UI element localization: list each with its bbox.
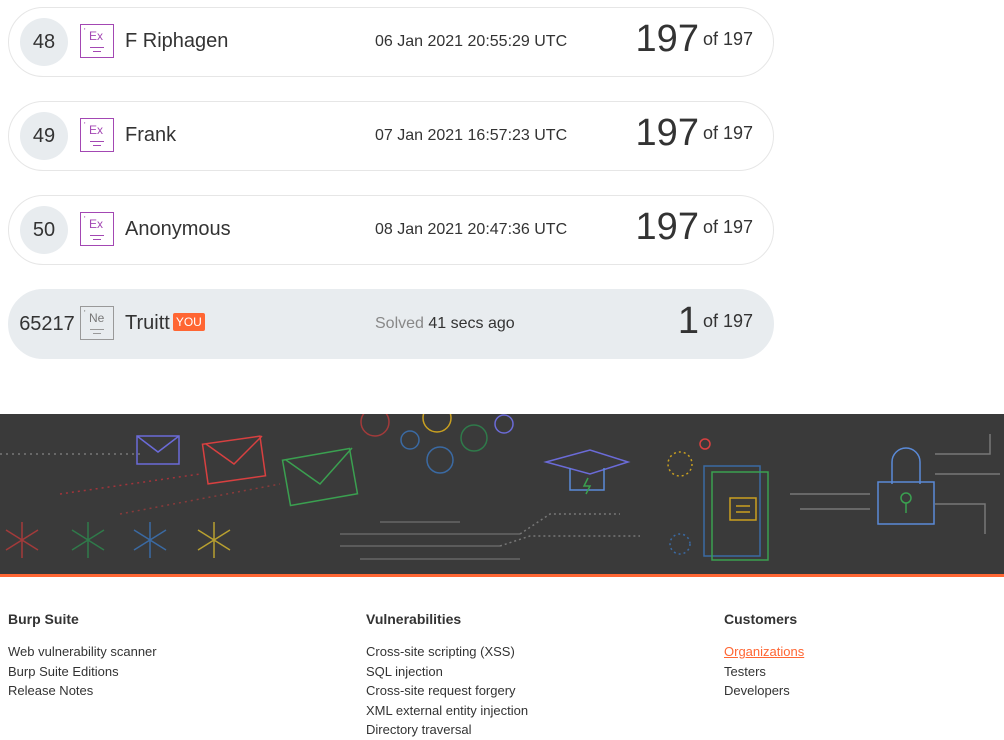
footer-link[interactable]: SQL injection <box>366 662 528 682</box>
footer-heading: Burp Suite <box>8 611 79 627</box>
banner-accent-stripe <box>0 574 1004 577</box>
footer-link[interactable]: Release Notes <box>8 681 157 701</box>
solved-time: 08 Jan 2021 20:47:36 UTC <box>375 221 568 238</box>
banner-illustration <box>0 414 1000 561</box>
footer-heading: Vulnerabilities <box>366 611 462 627</box>
envelope-icon <box>281 447 359 507</box>
rank-number: 50 <box>20 206 68 254</box>
neophyte-level-icon: ' Ne <box>80 306 114 340</box>
footer-column-customers: Customers Organizations Testers Develope… <box>724 611 804 701</box>
book-icon <box>703 465 769 561</box>
footer-link[interactable]: Developers <box>724 681 804 701</box>
footer-link[interactable]: Cross-site scripting (XSS) <box>366 642 528 662</box>
expert-level-icon: ' Ex <box>80 24 114 58</box>
solved-time: 06 Jan 2021 20:55:29 UTC <box>375 33 568 50</box>
solved-time: 07 Jan 2021 16:57:23 UTC <box>375 127 568 144</box>
footer-link[interactable]: Directory traversal <box>366 720 528 740</box>
user-name: Frank <box>125 124 177 146</box>
leaderboard-row: 49 ' Ex Frank 07 Jan 2021 16:57:23 UTC 19… <box>8 101 774 171</box>
footer-link[interactable]: XML external entity injection <box>366 701 528 721</box>
footer-column-burp-suite: Burp Suite Web vulnerability scanner Bur… <box>8 611 157 701</box>
rank-number: 48 <box>20 18 68 66</box>
envelope-icon <box>201 435 267 485</box>
envelope-icon <box>136 435 180 465</box>
graduation-cap-icon <box>543 449 631 495</box>
score: 197 of 197 <box>635 206 753 248</box>
user-name: Anonymous <box>125 218 231 240</box>
leaderboard-row: 48 ' Ex F Riphagen 06 Jan 2021 20:55:29 U… <box>8 7 774 77</box>
solved-time: Solved 41 secs ago <box>375 315 515 332</box>
padlock-icon <box>877 447 935 525</box>
footer-link[interactable]: Burp Suite Editions <box>8 662 157 682</box>
user-name: F Riphagen <box>125 30 229 52</box>
footer-heading: Customers <box>724 611 798 627</box>
score: 197 of 197 <box>635 18 753 60</box>
current-user-row: 65217 ' Ne Truitt YOU Solved 41 secs ago 1… <box>8 289 774 359</box>
leaderboard-row: 50 ' Ex Anonymous 08 Jan 2021 20:47:36 UT… <box>8 195 774 265</box>
footer-link[interactable]: Cross-site request forgery <box>366 681 528 701</box>
footer-link-organizations[interactable]: Organizations <box>724 642 804 662</box>
rank-number: 49 <box>20 112 68 160</box>
footer-column-vulnerabilities: Vulnerabilities Cross-site scripting (XS… <box>366 611 528 740</box>
score: 1 of 197 <box>677 300 753 342</box>
rank-number: 65217 <box>19 312 75 335</box>
footer-banner <box>0 414 1004 574</box>
you-badge: YOU <box>172 313 205 331</box>
score: 197 of 197 <box>635 112 753 154</box>
footer-link[interactable]: Web vulnerability scanner <box>8 642 157 662</box>
expert-level-icon: ' Ex <box>80 118 114 152</box>
footer-link[interactable]: Testers <box>724 662 804 682</box>
user-name: Truitt YOU <box>125 312 205 335</box>
expert-level-icon: ' Ex <box>80 212 114 246</box>
